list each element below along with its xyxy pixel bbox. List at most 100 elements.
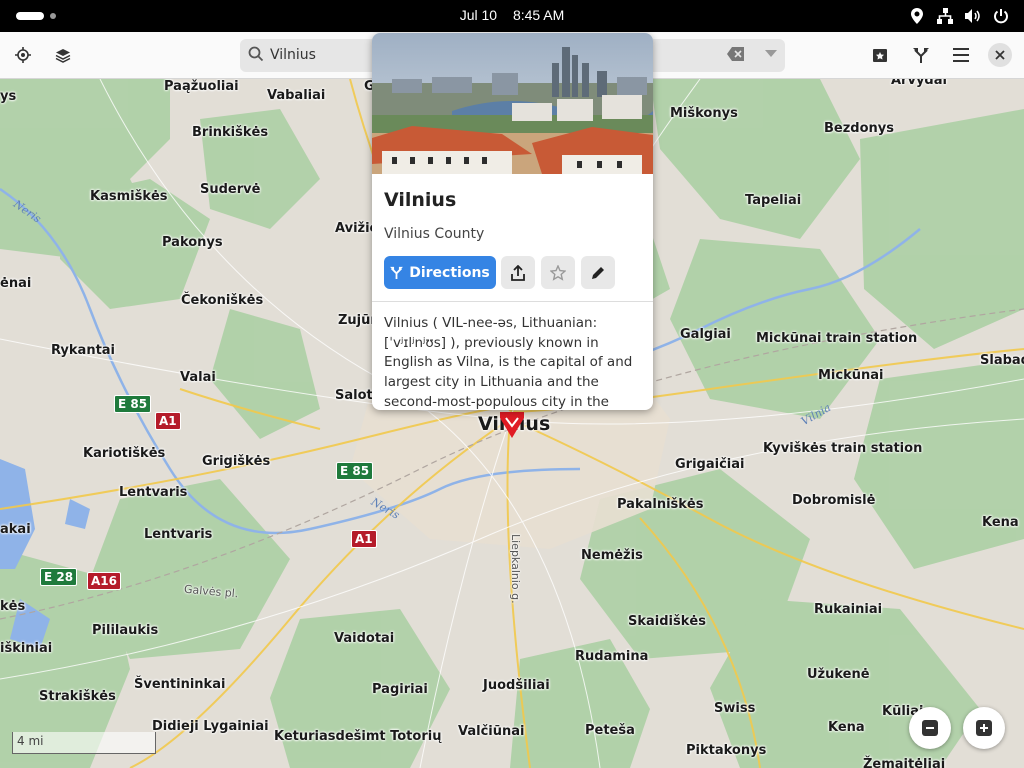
close-icon [995,50,1005,60]
place-label[interactable]: Valai [180,370,216,385]
place-label[interactable]: Kasmiškės [90,189,168,204]
place-label[interactable]: Užukenė [807,667,870,682]
place-description: Vilnius ( VIL-nee-əs, Lithuanian: [ˈvʲɪl… [384,315,633,410]
menu-icon [953,48,969,62]
place-label[interactable]: Kena [982,515,1019,530]
share-button[interactable] [501,256,535,289]
system-top-bar: Jul 10 8:45 AM [0,0,1024,32]
place-label[interactable]: ys [0,89,16,104]
place-label[interactable]: Pakonys [162,235,223,250]
place-subtitle: Vilnius County [384,226,485,242]
place-label[interactable]: Grigaičiai [675,457,744,472]
search-icon [248,46,264,62]
place-label[interactable]: Kena [828,720,865,735]
favorites-button[interactable] [865,40,895,70]
place-label[interactable]: Juodšiliai [483,678,550,693]
place-label[interactable]: Kariotiškės [83,446,165,461]
place-label[interactable]: Didieji Lygainiai [152,719,269,734]
map-scale: 4 mi [12,732,156,754]
zoom-in-button[interactable] [963,707,1005,749]
place-label[interactable]: Vabaliai [267,88,325,103]
place-label[interactable]: Nemėžis [581,548,643,563]
directions-label: Directions [409,264,490,281]
minus-icon [922,720,938,736]
place-label[interactable]: Kyviškės train station [763,441,922,456]
highway-shield: A16 [87,572,121,590]
place-label[interactable]: Pakalniškės [617,497,703,512]
main-menu-button[interactable] [946,40,976,70]
place-label[interactable]: Sudervė [200,182,260,197]
location-icon [908,7,926,25]
place-label[interactable]: Lentvaris [119,485,187,500]
favorite-button[interactable] [541,256,575,289]
volume-icon [964,7,982,25]
place-label[interactable]: Dobromislė [792,493,875,508]
power-icon [992,7,1010,25]
place-label[interactable]: ėnai [0,276,31,291]
place-label[interactable]: Mickūnai train station [756,331,917,346]
place-label[interactable]: Žemaitėliai [863,757,945,768]
place-label[interactable]: Lentvaris [144,527,212,542]
clear-text-icon[interactable] [727,47,745,61]
place-label[interactable]: Rukainiai [814,602,882,617]
place-label[interactable]: Pililaukis [92,623,158,638]
highway-shield: A1 [351,530,377,548]
place-photo [372,33,653,174]
place-label[interactable]: Pagiriai [372,682,428,697]
popover-divider [372,301,653,302]
place-label[interactable]: Strakiškės [39,689,116,704]
place-popover: Vilnius Vilnius County Directions Vilniu… [372,33,653,410]
place-label[interactable]: Grigiškės [202,454,270,469]
share-icon [511,264,525,281]
place-label[interactable]: Arvydai [891,79,947,88]
place-label[interactable]: Skaidiškės [628,614,706,629]
chevron-down-icon[interactable] [765,50,777,58]
favorites-icon [873,49,887,62]
place-label[interactable]: Keturiasdešimt Totorių [274,729,441,744]
my-location-icon [15,47,31,63]
place-label[interactable]: Tapeliai [745,193,801,208]
place-label[interactable]: Swiss [714,701,755,716]
place-label[interactable]: Vaidotai [334,631,394,646]
layers-icon [55,49,71,63]
plus-icon [976,720,992,736]
edit-icon [592,266,604,279]
place-label[interactable]: Valčiūnai [458,724,524,739]
place-label[interactable]: akai [0,522,31,537]
highway-shield: A1 [155,412,181,430]
place-label[interactable]: Peteša [585,723,635,738]
system-tray[interactable] [908,7,1010,25]
place-label[interactable]: kės [0,599,25,614]
layers-button[interactable] [48,40,78,70]
place-label[interactable]: Bezdonys [824,121,894,136]
place-title: Vilnius [384,189,457,211]
window-close-button[interactable] [988,43,1012,67]
highway-shield: E 28 [40,568,78,586]
place-label[interactable]: Miškonys [670,106,738,121]
directions-button[interactable]: Directions [384,256,496,289]
my-location-button[interactable] [8,40,38,70]
place-label[interactable]: iškiniai [0,641,52,656]
route-icon [913,48,929,63]
highway-shield: E 85 [336,462,374,480]
location-pin-icon[interactable] [498,410,526,440]
place-label[interactable]: Slabad [980,353,1024,368]
network-icon [936,7,954,25]
time-label: 8:45 AM [512,7,565,23]
place-label[interactable]: Galgiai [680,327,731,342]
place-label[interactable]: Šventininkai [134,677,225,692]
place-label[interactable]: Rudamina [575,649,648,664]
place-label[interactable]: Paąžuoliai [164,79,239,94]
edit-button[interactable] [581,256,615,289]
scale-label: 4 mi [17,734,44,748]
place-label[interactable]: Rykantai [51,343,115,358]
date-label: Jul 10 [459,7,498,23]
street-label: Liepkalnio g. [509,534,522,604]
place-label[interactable]: Čekoniškės [181,293,263,308]
clock[interactable]: Jul 10 8:45 AM [0,7,1024,23]
route-button[interactable] [906,40,936,70]
place-label[interactable]: Piktakonys [686,743,766,758]
place-label[interactable]: Brinkiškės [192,125,268,140]
place-label[interactable]: Mickūnai [818,368,883,383]
zoom-out-button[interactable] [909,707,951,749]
